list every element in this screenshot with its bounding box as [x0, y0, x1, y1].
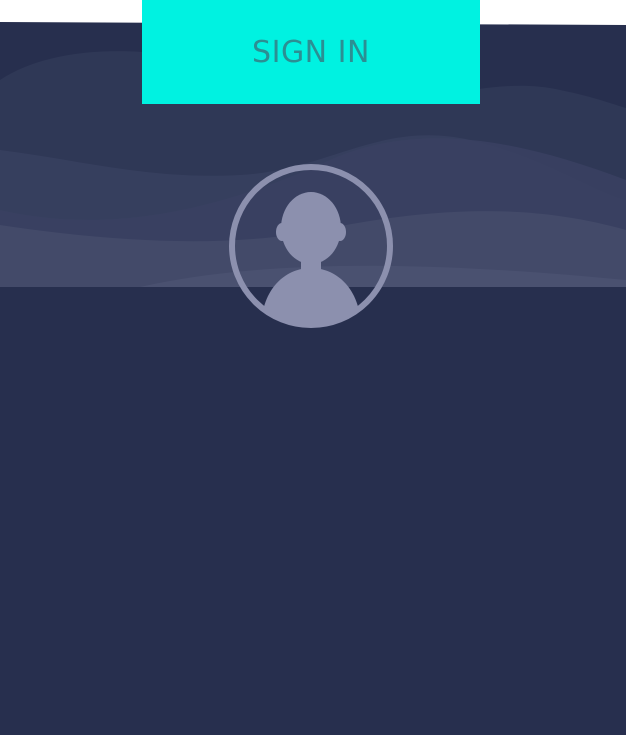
- login-page: SIGN IN: [0, 0, 626, 735]
- wave-header-background: [0, 22, 626, 735]
- login-card: SIGN IN: [0, 0, 626, 735]
- sign-in-button[interactable]: SIGN IN: [142, 0, 480, 104]
- sign-in-label: SIGN IN: [252, 34, 370, 70]
- user-icon: [229, 164, 393, 328]
